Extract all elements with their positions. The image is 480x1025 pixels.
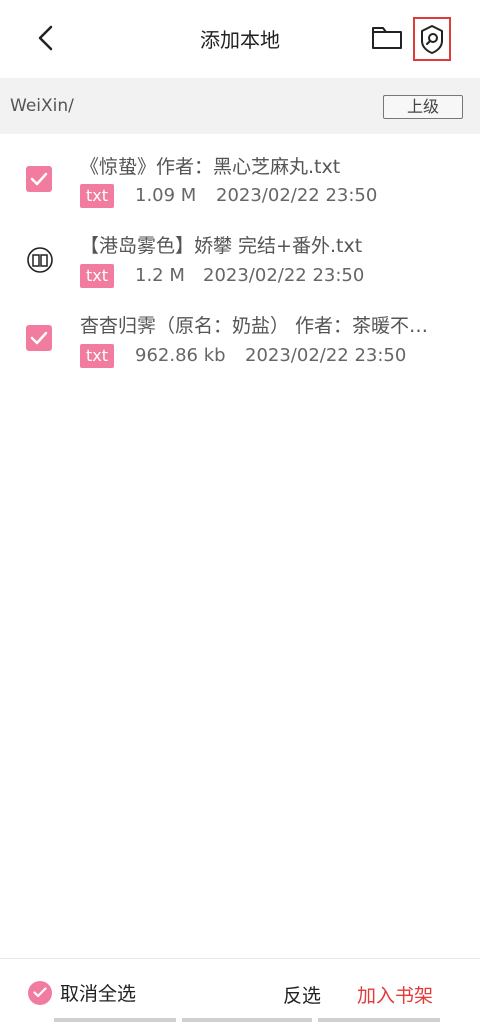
file-size: 1.09 M xyxy=(135,185,197,206)
file-size: 1.2 M xyxy=(135,265,185,286)
folder-icon xyxy=(372,27,402,49)
page-title: 添加本地 xyxy=(200,28,280,52)
file-name: 【港岛雾色】娇攀 完结+番外.txt xyxy=(80,235,363,257)
file-row[interactable]: 《惊蛰》作者：黑心芝麻丸.txt txt 1.09 M 2023/02/22 2… xyxy=(0,142,480,222)
checkmark-icon xyxy=(30,172,48,186)
checked-circle-icon xyxy=(28,980,52,1005)
file-row[interactable]: 【港岛雾色】娇攀 完结+番外.txt txt 1.2 M 2023/02/22 … xyxy=(0,221,480,301)
folder-button[interactable] xyxy=(370,24,404,52)
scrollbar-segment xyxy=(54,1018,176,1022)
file-name: 《惊蛰》作者：黑心芝麻丸.txt xyxy=(80,156,341,178)
add-to-shelf-button[interactable]: 加入书架 xyxy=(357,981,433,1008)
file-date: 2023/02/22 23:50 xyxy=(245,345,407,366)
scrollbar-segment xyxy=(182,1018,312,1022)
file-type-badge: txt xyxy=(80,264,115,288)
path-bar: WeiXin/ 上级 xyxy=(0,78,480,134)
file-date: 2023/02/22 23:50 xyxy=(216,185,378,206)
checkmark-icon xyxy=(30,331,48,345)
file-row[interactable]: 杳杳归霁（原名：奶盐） 作者：茶暖不… txt 962.86 kb 2023/0… xyxy=(0,301,480,381)
open-book-icon xyxy=(27,247,53,273)
cancel-select-all-label: 取消全选 xyxy=(60,983,137,1005)
parent-dir-button[interactable]: 上级 xyxy=(383,95,463,119)
cancel-select-all-button[interactable]: 取消全选 xyxy=(28,979,136,1006)
top-bar: 添加本地 xyxy=(0,0,480,76)
file-type-badge: txt xyxy=(80,184,115,208)
invert-selection-button[interactable]: 反选 xyxy=(283,981,321,1008)
scrollbar-segment xyxy=(318,1018,440,1022)
file-name: 杳杳归霁（原名：奶盐） 作者：茶暖不… xyxy=(80,315,429,337)
scan-button[interactable] xyxy=(413,17,451,61)
file-checkbox[interactable] xyxy=(26,325,52,351)
shield-search-icon xyxy=(421,25,443,54)
file-size: 962.86 kb xyxy=(135,345,226,366)
file-type-badge: txt xyxy=(80,344,115,368)
file-date: 2023/02/22 23:50 xyxy=(203,265,365,286)
bottom-action-bar: 取消全选 反选 加入书架 xyxy=(0,958,480,1025)
current-path: WeiXin/ xyxy=(10,96,74,116)
file-checkbox[interactable] xyxy=(26,166,52,192)
